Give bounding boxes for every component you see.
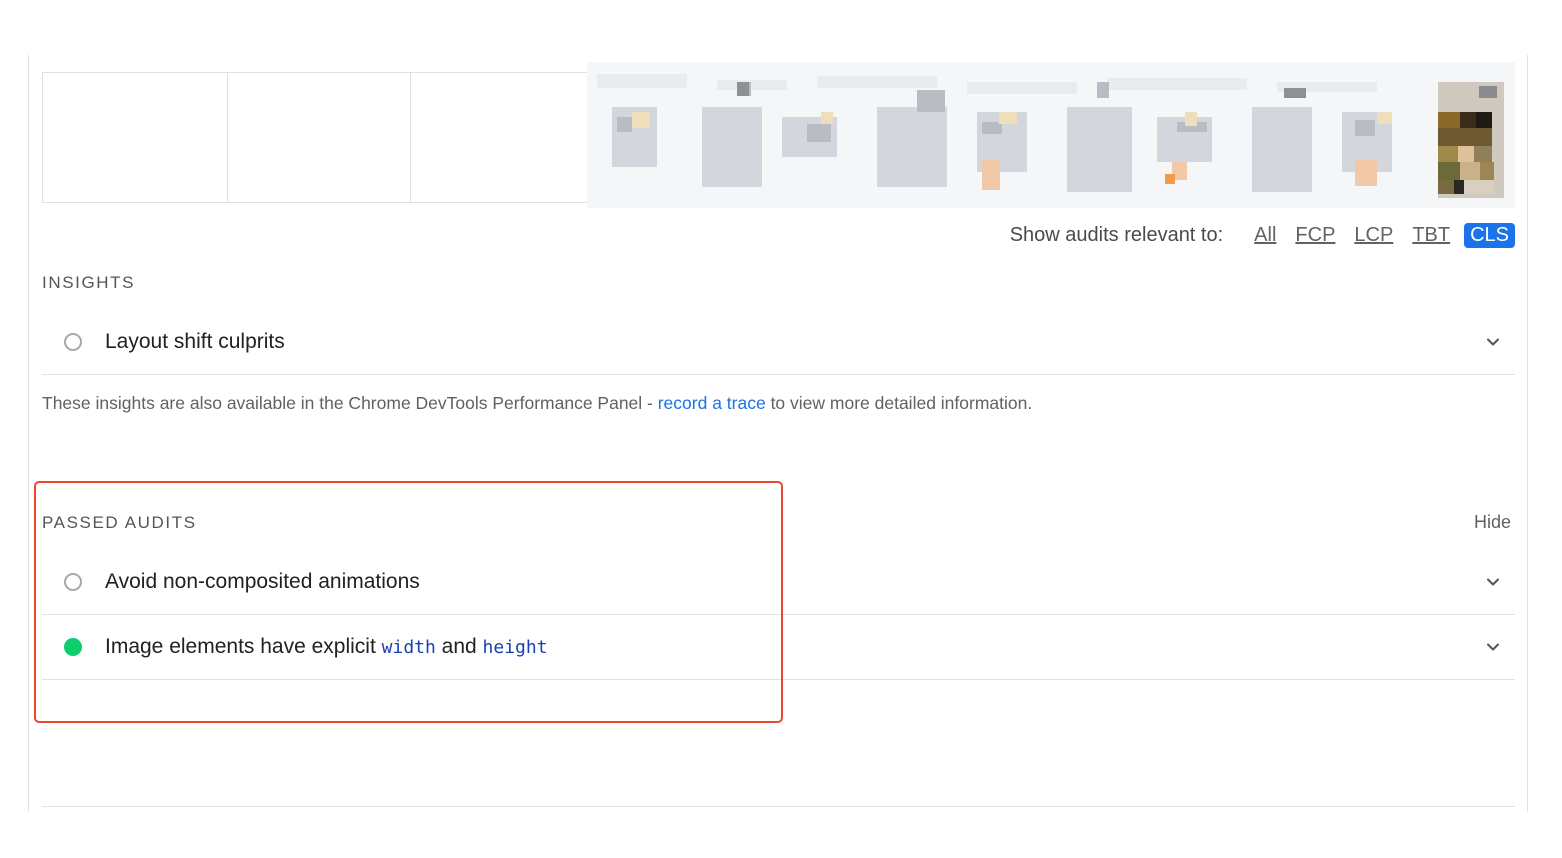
filter-fcp-link[interactable]: FCP	[1295, 224, 1335, 247]
insights-note-text-end: to view more detailed information.	[765, 393, 1033, 413]
filmstrip	[42, 62, 1515, 208]
filmstrip-frame	[42, 72, 228, 203]
filter-tbt-link[interactable]: TBT	[1412, 224, 1450, 247]
panel-left-border	[28, 55, 29, 812]
record-trace-link[interactable]: record a trace	[658, 393, 766, 413]
filter-all-link[interactable]: All	[1254, 224, 1276, 247]
pass-status-icon	[64, 637, 82, 656]
audit-row-layout-shift-culprits[interactable]: Layout shift culprits	[42, 309, 1515, 375]
filter-lcp-link[interactable]: LCP	[1354, 224, 1393, 247]
audit-title: Image elements have explicit width and h…	[105, 635, 548, 659]
audit-title: Layout shift culprits	[105, 329, 285, 353]
passed-audits-heading: PASSED AUDITS	[42, 513, 197, 532]
blurred-screenshots-image	[587, 62, 1515, 208]
insights-note: These insights are also available in the…	[42, 393, 1032, 414]
audit-filter: Show audits relevant to: All FCP LCP TBT…	[1010, 222, 1515, 248]
insights-note-text: These insights are also available in the…	[42, 393, 658, 413]
audit-row-image-explicit-dimensions[interactable]: Image elements have explicit width and h…	[42, 614, 1515, 680]
filmstrip-frame	[227, 72, 411, 203]
chevron-down-icon[interactable]	[1485, 574, 1501, 590]
audit-row-non-composited-animations[interactable]: Avoid non-composited animations	[42, 549, 1515, 615]
panel-right-border	[1527, 55, 1528, 812]
insights-heading: INSIGHTS	[42, 273, 136, 292]
audit-title-text: and	[435, 634, 483, 658]
neutral-status-icon	[64, 572, 82, 591]
hide-passed-audits-button[interactable]: Hide	[1474, 512, 1511, 533]
chevron-down-icon[interactable]	[1485, 639, 1501, 655]
audit-filter-label: Show audits relevant to:	[1009, 223, 1224, 246]
filmstrip-frame	[410, 72, 590, 203]
code-width: width	[381, 636, 436, 658]
panel-bottom-divider	[42, 806, 1515, 807]
audit-title: Avoid non-composited animations	[105, 569, 420, 593]
neutral-status-icon	[64, 332, 82, 351]
chevron-down-icon[interactable]	[1485, 334, 1501, 350]
filmstrip-thumbnails	[587, 62, 1515, 208]
audit-title-text: Image elements have explicit	[105, 634, 382, 658]
filter-cls-button[interactable]: CLS	[1464, 222, 1515, 248]
code-height: height	[482, 636, 548, 658]
